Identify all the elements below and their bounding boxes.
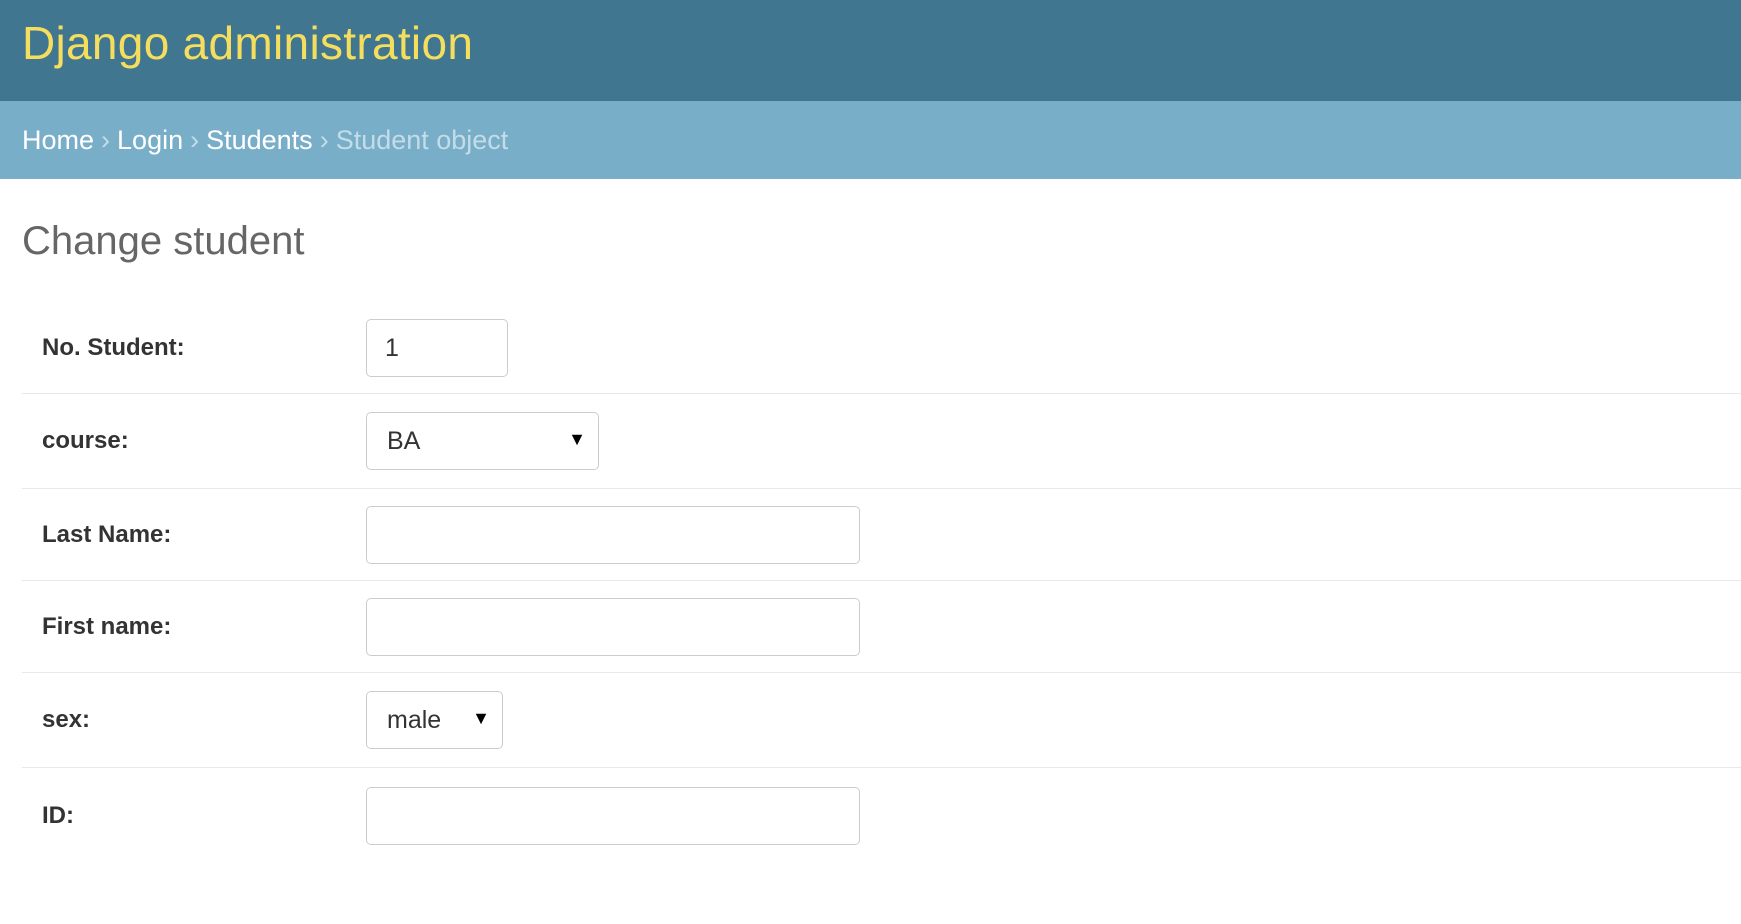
course-select[interactable]: BA ▼ — [366, 412, 599, 470]
breadcrumb-home-link[interactable]: Home — [22, 125, 94, 156]
sex-select[interactable]: male ▼ — [366, 691, 503, 749]
id-input[interactable] — [366, 787, 860, 845]
last-name-label: Last Name: — [42, 520, 172, 548]
main-content: Change student No. Student: course: BA ▼… — [0, 179, 1741, 864]
page-title: Change student — [22, 219, 305, 263]
course-selected-value: BA — [387, 426, 421, 455]
form-row-id: ID: — [22, 768, 1741, 864]
breadcrumb-separator: › — [101, 124, 111, 155]
breadcrumb-login-link[interactable]: Login — [117, 125, 183, 156]
breadcrumb-students-link[interactable]: Students — [206, 125, 313, 156]
form-row-first-name: First name: — [22, 581, 1741, 673]
course-label: course: — [42, 427, 129, 454]
form-row-course: course: BA ▼ — [22, 394, 1741, 489]
first-name-label: First name: — [42, 612, 172, 640]
form-row-sex: sex: male ▼ — [22, 673, 1741, 768]
form-row-last-name: Last Name: — [22, 489, 1741, 581]
site-header: Django administration — [0, 0, 1741, 101]
last-name-input[interactable] — [366, 505, 860, 564]
sex-label: sex: — [42, 706, 91, 733]
breadcrumb: Home › Login › Students › Student object — [0, 101, 1741, 179]
form-row-no-student: No. Student: — [22, 303, 1741, 394]
sex-selected-value: male — [387, 705, 442, 734]
id-label: ID: — [42, 802, 74, 829]
dropdown-arrow-icon: ▼ — [568, 428, 586, 449]
dropdown-arrow-icon: ▼ — [472, 707, 490, 728]
first-name-input[interactable] — [366, 597, 860, 656]
no-student-input[interactable] — [366, 319, 508, 377]
breadcrumb-current: Student object — [335, 124, 509, 155]
breadcrumb-separator: › — [319, 124, 329, 155]
site-name[interactable]: Django administration — [22, 16, 473, 70]
breadcrumb-separator: › — [190, 124, 200, 155]
student-form: No. Student: course: BA ▼ Last Name: Fir… — [22, 303, 1741, 864]
no-student-label: No. Student: — [42, 334, 185, 361]
